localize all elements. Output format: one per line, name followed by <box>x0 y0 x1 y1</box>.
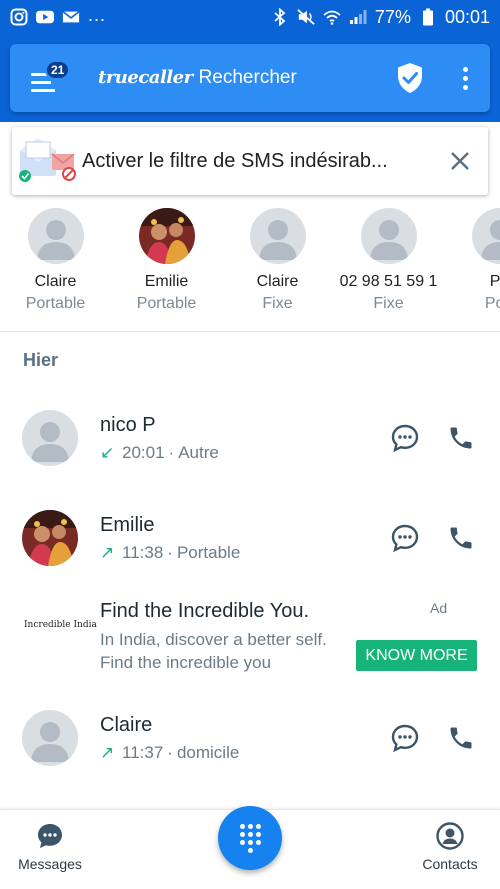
dialpad-icon <box>239 823 261 853</box>
advertiser-logo: Incredible India <box>24 620 97 630</box>
contact-name: nico P <box>100 413 156 436</box>
outgoing-call-arrow-icon: ↗ <box>100 542 115 562</box>
truecaller-logo: truecaller <box>98 67 193 88</box>
overflow-menu-button[interactable] <box>440 44 490 112</box>
section-header-yesterday: Hier <box>23 350 59 370</box>
sponsored-ad[interactable]: Incredible India Find the Incredible You… <box>0 590 500 685</box>
avatar <box>22 510 78 566</box>
phone-icon <box>450 427 472 449</box>
search-placeholder: Rechercher <box>198 67 297 88</box>
phone-icon <box>450 727 472 749</box>
sms-filter-text: Activer le filtre de SMS indésirab... <box>82 149 388 172</box>
incoming-call-arrow-icon: ↙ <box>100 442 115 462</box>
nav-contacts-label: Contacts <box>422 856 478 872</box>
dismiss-banner-button[interactable] <box>432 127 488 195</box>
call-log-row[interactable]: Emilie ↗ 11:38 · Portable <box>0 498 500 578</box>
call-time: 20:01 <box>122 442 165 462</box>
frequent-contact-name: Pa <box>489 273 500 290</box>
search-hint[interactable]: truecaller Rechercher <box>98 67 297 89</box>
dialpad-button[interactable] <box>218 806 282 870</box>
battery-icon <box>419 8 437 26</box>
number-type: Autre <box>178 442 219 462</box>
wifi-icon <box>323 8 341 26</box>
instagram-icon <box>10 8 28 26</box>
frequent-contact-type: Fixe <box>262 295 293 312</box>
avatar <box>22 710 78 766</box>
avatar <box>22 410 78 466</box>
mail-icon <box>62 8 80 26</box>
avatar <box>27 208 84 264</box>
nav-messages[interactable]: Messages <box>0 822 100 872</box>
frequent-contact-type: Portable <box>136 295 197 312</box>
call-log-row[interactable]: nico P ↙ 20:01 · Autre <box>0 398 500 478</box>
chat-bubble-icon <box>391 424 419 452</box>
separator: · <box>168 442 175 462</box>
chat-bubble-icon <box>391 724 419 752</box>
close-icon <box>451 152 469 170</box>
chat-bubble-icon <box>391 524 419 552</box>
battery-percent: 77% <box>374 6 411 27</box>
avatar <box>138 208 195 264</box>
frequent-contact-name: Claire <box>256 273 299 290</box>
frequent-contact[interactable]: Claire Fixe <box>222 208 333 326</box>
ad-title: Find the Incredible You. <box>100 600 310 622</box>
sms-filter-icon <box>12 127 82 195</box>
frequent-contact[interactable]: 02 98 51 59 1 Fixe <box>333 208 444 326</box>
youtube-icon <box>36 8 54 26</box>
sms-filter-banner[interactable]: Activer le filtre de SMS indésirab... <box>12 127 488 195</box>
call-button[interactable] <box>446 523 476 553</box>
contact-name: Claire <box>100 713 153 736</box>
clock: 00:01 <box>444 6 490 27</box>
call-time: 11:37 <box>122 742 164 762</box>
notification-badge: 21 <box>45 60 71 80</box>
search-bar[interactable]: 21 truecaller Rechercher <box>10 44 490 112</box>
number-type: domicile <box>176 742 240 762</box>
call-log-row[interactable]: Claire ↗ 11:37 · domicile <box>0 698 500 778</box>
frequent-contact-name: Claire <box>34 273 77 290</box>
protection-button[interactable] <box>380 44 440 112</box>
outgoing-call-arrow-icon: ↗ <box>100 742 115 762</box>
frequent-contact-type: Portable <box>25 295 86 312</box>
avatar <box>360 208 417 264</box>
call-time: 11:38 <box>122 542 164 562</box>
avatar <box>471 208 500 264</box>
contact-name: Emilie <box>100 513 155 536</box>
signal-icon <box>349 8 367 26</box>
nav-messages-label: Messages <box>18 856 82 872</box>
separator: · <box>167 542 173 562</box>
mute-icon <box>297 8 315 26</box>
separator: · <box>167 742 173 762</box>
more-vertical-icon <box>462 66 468 90</box>
frequent-contact-type: Port <box>484 295 500 312</box>
frequent-contact[interactable]: Pa Port <box>444 208 500 326</box>
call-button[interactable] <box>446 723 476 753</box>
avatar <box>249 208 306 264</box>
bluetooth-icon <box>271 8 289 26</box>
status-more: ... <box>88 4 107 25</box>
frequent-contact-type: Fixe <box>373 295 404 312</box>
frequent-contact-name: 02 98 51 59 1 <box>339 273 438 290</box>
number-type: Portable <box>176 542 241 562</box>
menu-button[interactable]: 21 <box>10 44 71 112</box>
message-button[interactable] <box>390 423 420 453</box>
frequent-contact[interactable]: Claire Portable <box>0 208 111 326</box>
frequent-contact[interactable]: Emilie Portable <box>111 208 222 326</box>
status-bar: ... 77% 00:01 <box>0 0 500 34</box>
contacts-icon <box>436 822 464 850</box>
shield-check-icon <box>398 63 422 93</box>
messages-icon <box>38 824 62 848</box>
frequent-contact-name: Emilie <box>144 273 189 290</box>
frequent-contacts: Claire Portable Emilie Portable Claire Fixe 02… <box>0 208 500 326</box>
divider <box>0 331 500 332</box>
message-button[interactable] <box>390 523 420 553</box>
call-button[interactable] <box>446 423 476 453</box>
ad-description: In India, discover a better self. Find t… <box>100 630 327 672</box>
message-button[interactable] <box>390 723 420 753</box>
nav-contacts[interactable]: Contacts <box>400 822 500 872</box>
know-more-button[interactable]: KNOW MORE <box>356 640 477 671</box>
ad-label: Ad <box>430 600 448 616</box>
phone-icon <box>450 527 472 549</box>
